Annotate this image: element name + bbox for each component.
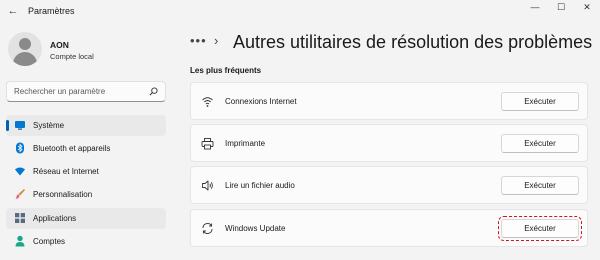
speaker-icon bbox=[202, 180, 213, 191]
brush-icon bbox=[15, 189, 25, 199]
troubleshooter-card-windows-update: Windows Update Exécuter bbox=[190, 209, 588, 247]
account-type: Compte local bbox=[50, 52, 94, 61]
search-placeholder: Rechercher un paramètre bbox=[14, 87, 106, 96]
bluetooth-icon bbox=[16, 142, 24, 154]
user-name: AON bbox=[50, 40, 69, 50]
sidebar-item-label: Bluetooth et appareils bbox=[33, 144, 111, 153]
troubleshooter-card-internet: Connexions Internet Exécuter bbox=[190, 82, 588, 120]
refresh-icon bbox=[202, 223, 213, 234]
app-title: Paramètres bbox=[28, 6, 75, 16]
sidebar-item-label: Système bbox=[33, 121, 65, 130]
maximize-button[interactable]: ☐ bbox=[548, 0, 574, 16]
breadcrumb-more-button[interactable]: ••• bbox=[190, 33, 207, 48]
troubleshooter-card-printer: Imprimante Exécuter bbox=[190, 124, 588, 162]
sidebar-item-label: Applications bbox=[33, 214, 77, 223]
apps-icon bbox=[15, 213, 25, 223]
troubleshooter-label: Connexions Internet bbox=[225, 97, 297, 106]
sidebar-item-label: Réseau et Internet bbox=[33, 167, 99, 176]
troubleshooter-label: Imprimante bbox=[225, 139, 266, 148]
sidebar-item-bluetooth[interactable]: Bluetooth et appareils bbox=[6, 138, 166, 159]
wifi-icon bbox=[15, 167, 25, 176]
troubleshooter-label: Windows Update bbox=[225, 224, 286, 233]
sidebar-item-systeme[interactable]: Système bbox=[6, 115, 166, 136]
breadcrumb-separator-icon: › bbox=[214, 33, 219, 48]
page-title: Autres utilitaires de résolution des pro… bbox=[233, 32, 593, 52]
printer-icon bbox=[201, 138, 214, 150]
settings-window: ← Paramètres — ☐ ✕ AON Compte local Rech… bbox=[0, 0, 600, 260]
close-button[interactable]: ✕ bbox=[574, 0, 600, 16]
run-button[interactable]: Exécuter bbox=[501, 92, 579, 111]
run-button[interactable]: Exécuter bbox=[498, 216, 582, 241]
sidebar-item-comptes[interactable]: Comptes bbox=[6, 231, 166, 252]
minimize-button[interactable]: — bbox=[522, 0, 548, 16]
person-icon bbox=[15, 235, 25, 247]
sidebar-item-applications[interactable]: Applications bbox=[6, 208, 166, 229]
back-arrow-icon[interactable]: ← bbox=[6, 4, 20, 18]
sidebar-item-reseau[interactable]: Réseau et Internet bbox=[6, 161, 166, 182]
run-button[interactable]: Exécuter bbox=[501, 134, 579, 153]
wifi-signal-icon bbox=[202, 97, 213, 107]
sidebar-item-label: Comptes bbox=[33, 237, 66, 246]
window-controls: — ☐ ✕ bbox=[522, 0, 600, 18]
sidebar-item-label: Personnalisation bbox=[33, 190, 93, 199]
title-bar: ← Paramètres — ☐ ✕ bbox=[0, 0, 600, 24]
search-icon bbox=[149, 87, 158, 96]
monitor-icon bbox=[15, 121, 25, 130]
search-input[interactable]: Rechercher un paramètre bbox=[6, 81, 166, 102]
active-indicator bbox=[6, 120, 9, 131]
troubleshooter-label: Lire un fichier audio bbox=[225, 181, 295, 190]
troubleshooter-card-audio: Lire un fichier audio Exécuter bbox=[190, 166, 588, 204]
run-button[interactable]: Exécuter bbox=[501, 176, 579, 195]
sidebar-item-personnalisation[interactable]: Personnalisation bbox=[6, 184, 166, 205]
avatar[interactable] bbox=[8, 32, 42, 66]
section-title: Les plus fréquents bbox=[190, 66, 262, 75]
